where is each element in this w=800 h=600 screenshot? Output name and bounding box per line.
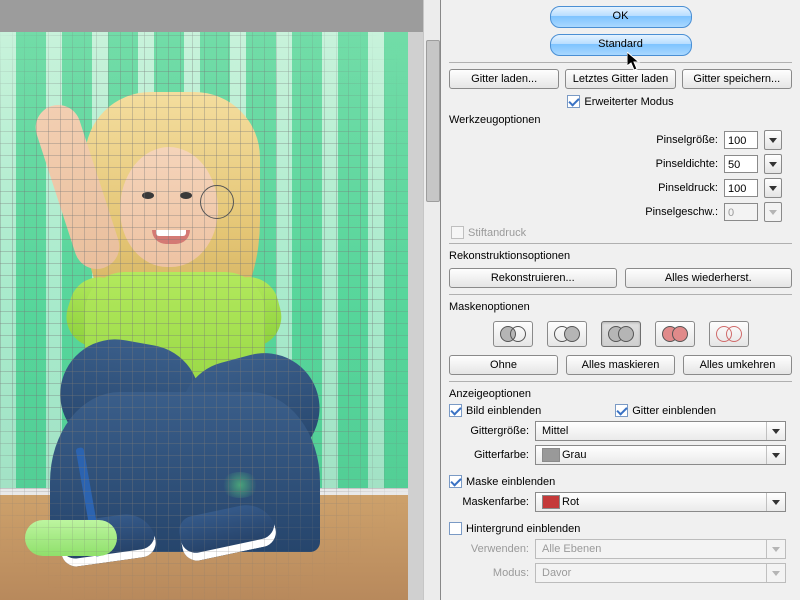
brush-rate-dropdown [764,202,782,222]
stylus-pressure-checkbox [451,226,464,239]
brush-pressure-label: Pinseldruck: [633,182,718,194]
brush-size-dropdown[interactable] [764,130,782,150]
mode-label: Modus: [449,567,529,579]
mask-intersect-button[interactable] [655,321,695,347]
mesh-color-label: Gitterfarbe: [449,449,529,461]
preview-scrollbar[interactable] [423,0,440,600]
chevron-down-icon [766,446,785,464]
mask-none-button[interactable]: Ohne [449,355,558,375]
brush-pressure-input[interactable]: 100 [724,179,758,197]
restore-all-button[interactable]: Alles wiederherst. [625,268,793,288]
mesh-size-value: Mittel [542,425,568,437]
brush-pressure-dropdown[interactable] [764,178,782,198]
brush-rate-label: Pinselgeschw.: [633,206,718,218]
mask-invert-button[interactable] [709,321,749,347]
advanced-mode-checkbox[interactable] [567,95,580,108]
mask-replace-button[interactable] [493,321,533,347]
chevron-down-icon [766,493,785,511]
show-backdrop-checkbox[interactable] [449,522,462,535]
use-value: Alle Ebenen [542,543,601,555]
brush-density-dropdown[interactable] [764,154,782,174]
mask-color-label: Maskenfarbe: [449,496,529,508]
brush-density-input[interactable]: 50 [724,155,758,173]
show-image-label: Bild einblenden [466,405,541,417]
use-select: Alle Ebenen [535,539,786,559]
show-mask-checkbox[interactable] [449,475,462,488]
mesh-size-select[interactable]: Mittel [535,421,786,441]
mask-all-button[interactable]: Alles maskieren [566,355,675,375]
mask-add-button[interactable] [547,321,587,347]
mode-value: Davor [542,567,571,579]
liquify-preview[interactable] [0,0,441,600]
mask-color-swatch [542,495,560,509]
mask-color-value: Rot [562,496,579,508]
load-mesh-button[interactable]: Gitter laden... [449,69,559,89]
show-mesh-checkbox[interactable] [615,404,628,417]
mesh-size-label: Gittergröße: [449,425,529,437]
mask-title: Maskenoptionen [449,301,792,313]
mesh-color-value: Grau [562,449,586,461]
chevron-down-icon [766,422,785,440]
show-backdrop-label: Hintergrund einblenden [466,523,580,535]
show-image-checkbox[interactable] [449,404,462,417]
mesh-color-select[interactable]: Grau [535,445,786,465]
use-label: Verwenden: [449,543,529,555]
show-mesh-label: Gitter einblenden [632,405,716,417]
scrollbar-thumb[interactable] [426,40,440,202]
reconstruct-button[interactable]: Rekonstruieren... [449,268,617,288]
mask-subtract-button[interactable] [601,321,641,347]
chevron-down-icon [766,540,785,558]
brush-density-label: Pinseldichte: [633,158,718,170]
brush-size-input[interactable]: 100 [724,131,758,149]
show-mask-label: Maske einblenden [466,476,555,488]
reconstruct-title: Rekonstruktionsoptionen [449,250,792,262]
mode-select: Davor [535,563,786,583]
invert-all-button[interactable]: Alles umkehren [683,355,792,375]
ok-button[interactable]: OK [550,6,692,28]
brush-cursor [200,185,234,219]
brush-size-label: Pinselgröße: [633,134,718,146]
default-button[interactable]: Standard [550,34,692,56]
preview-top-margin [0,0,440,32]
brush-rate-input: 0 [724,203,758,221]
mesh-overlay [0,32,408,600]
advanced-mode-label: Erweiterter Modus [584,96,673,108]
stylus-pressure-label: Stiftandruck [468,227,526,239]
mesh-color-swatch [542,448,560,462]
tool-options-title: Werkzeugoptionen [449,114,792,126]
mask-color-select[interactable]: Rot [535,492,786,512]
options-panel: OK Standard Gitter laden... Letztes Gitt… [441,0,800,600]
save-mesh-button[interactable]: Gitter speichern... [682,69,792,89]
load-last-mesh-button[interactable]: Letztes Gitter laden [565,69,675,89]
chevron-down-icon [766,564,785,582]
view-title: Anzeigeoptionen [449,388,792,400]
